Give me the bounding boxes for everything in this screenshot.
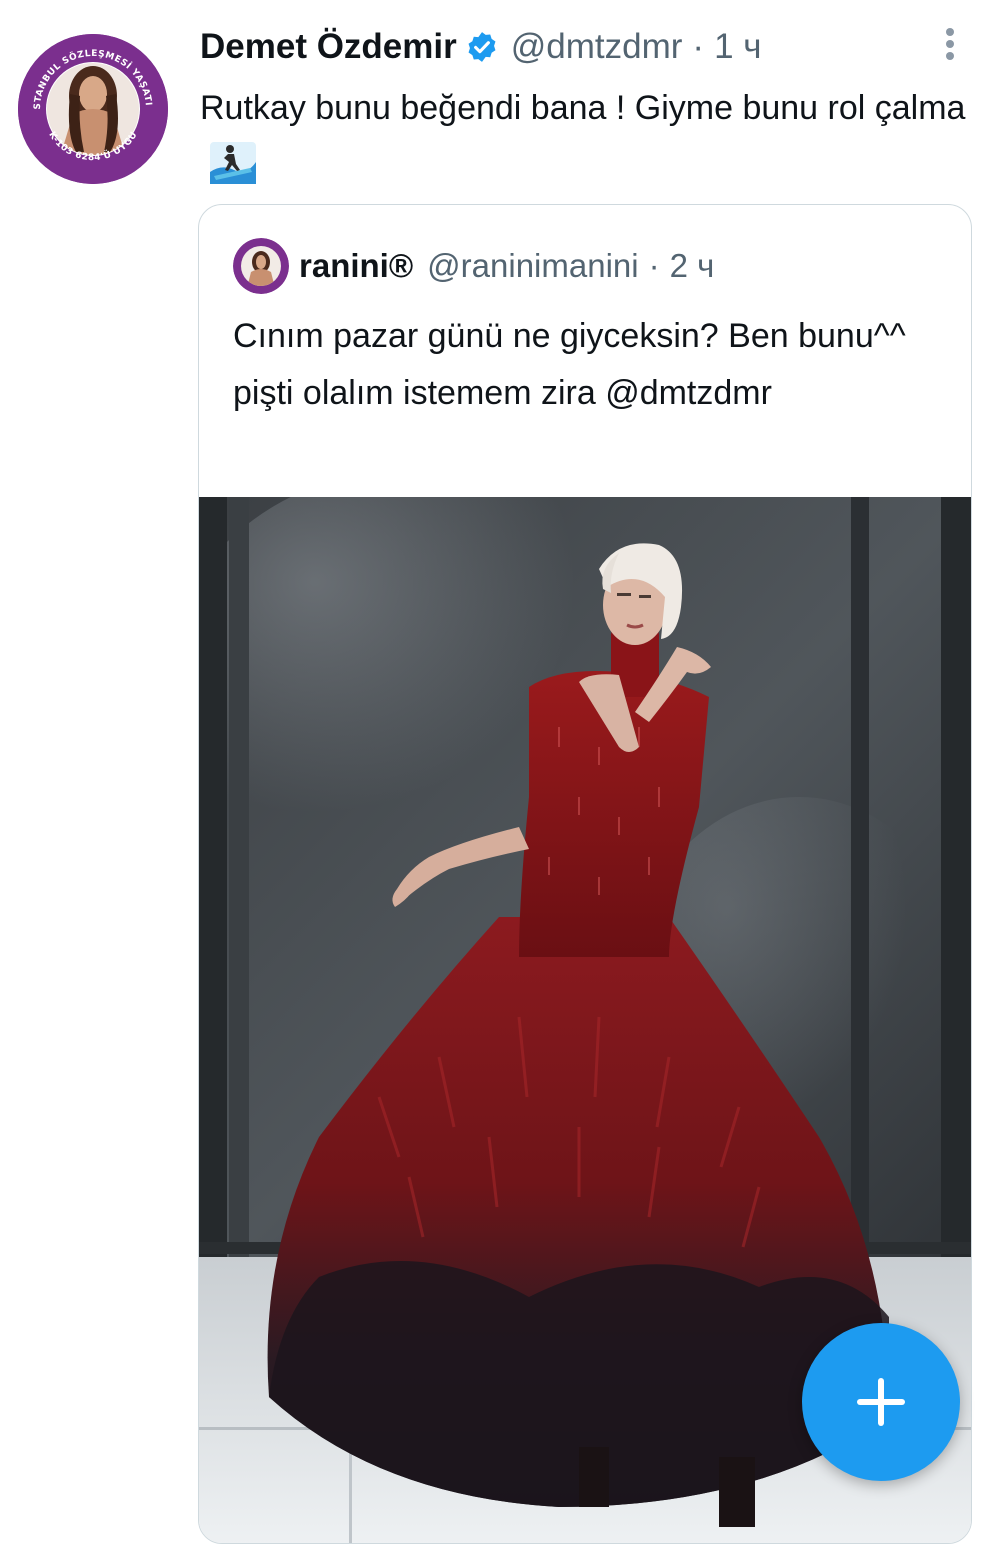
- tweet-header: Demet Özdemir @dmtzdmr · 1 ч: [200, 24, 762, 70]
- quoted-tweet-timestamp[interactable]: 2 ч: [670, 247, 715, 285]
- author-handle[interactable]: @dmtzdmr: [511, 27, 683, 67]
- compose-tweet-button[interactable]: [802, 1323, 960, 1481]
- plus-icon: [857, 1378, 905, 1426]
- author-name[interactable]: Demet Özdemir: [200, 27, 457, 67]
- more-options-icon[interactable]: [938, 26, 962, 62]
- author-avatar[interactable]: İSTANBUL SÖZLEŞMESİ YAŞATIR TCK-103 6284…: [18, 34, 168, 184]
- tweet-timestamp[interactable]: 1 ч: [714, 27, 761, 67]
- verified-badge-icon: [468, 32, 496, 62]
- tweet-text: Rutkay bunu beğendi bana ! Giyme bunu ro…: [200, 80, 990, 194]
- quoted-author-handle[interactable]: @raninimanini: [427, 247, 638, 285]
- quoted-tweet-header: ranini® @raninimanini · 2 ч: [233, 238, 715, 294]
- person-surfing-icon: [210, 142, 256, 184]
- quoted-author-name[interactable]: ranini®: [299, 247, 413, 285]
- quoted-tweet-text: Cınım pazar günü ne giyceksin? Ben bunu^…: [233, 317, 906, 412]
- quoted-author-avatar[interactable]: [233, 238, 289, 294]
- tweet-body: Rutkay bunu beğendi bana ! Giyme bunu ro…: [200, 89, 966, 127]
- avatar-image: İSTANBUL SÖZLEŞMESİ YAŞATIR TCK-103 6284…: [18, 34, 168, 184]
- quoted-separator-dot: ·: [648, 247, 660, 284]
- separator-dot: ·: [692, 27, 705, 66]
